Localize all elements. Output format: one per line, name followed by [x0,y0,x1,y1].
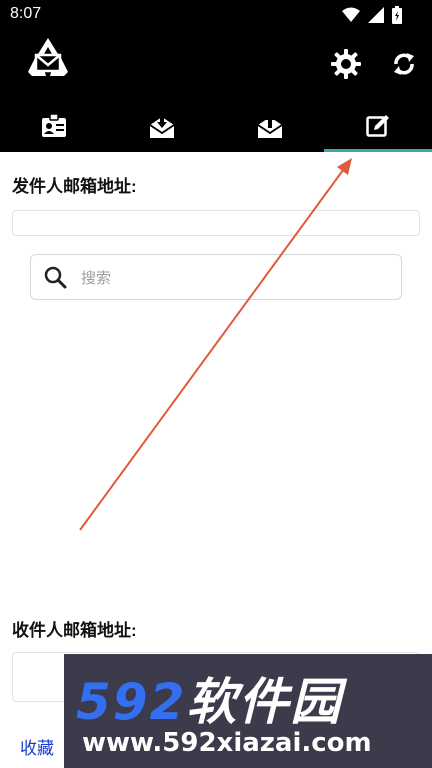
watermark-brand: 592软件园 [76,662,342,734]
watermark-url: www.592xiazai.com [82,728,372,758]
annotation-arrow [79,158,352,531]
watermark-brand-digits: 592 [76,673,187,731]
watermark-overlay: 592软件园 www.592xiazai.com [64,654,432,768]
watermark-brand-text: 软件园 [186,673,343,731]
